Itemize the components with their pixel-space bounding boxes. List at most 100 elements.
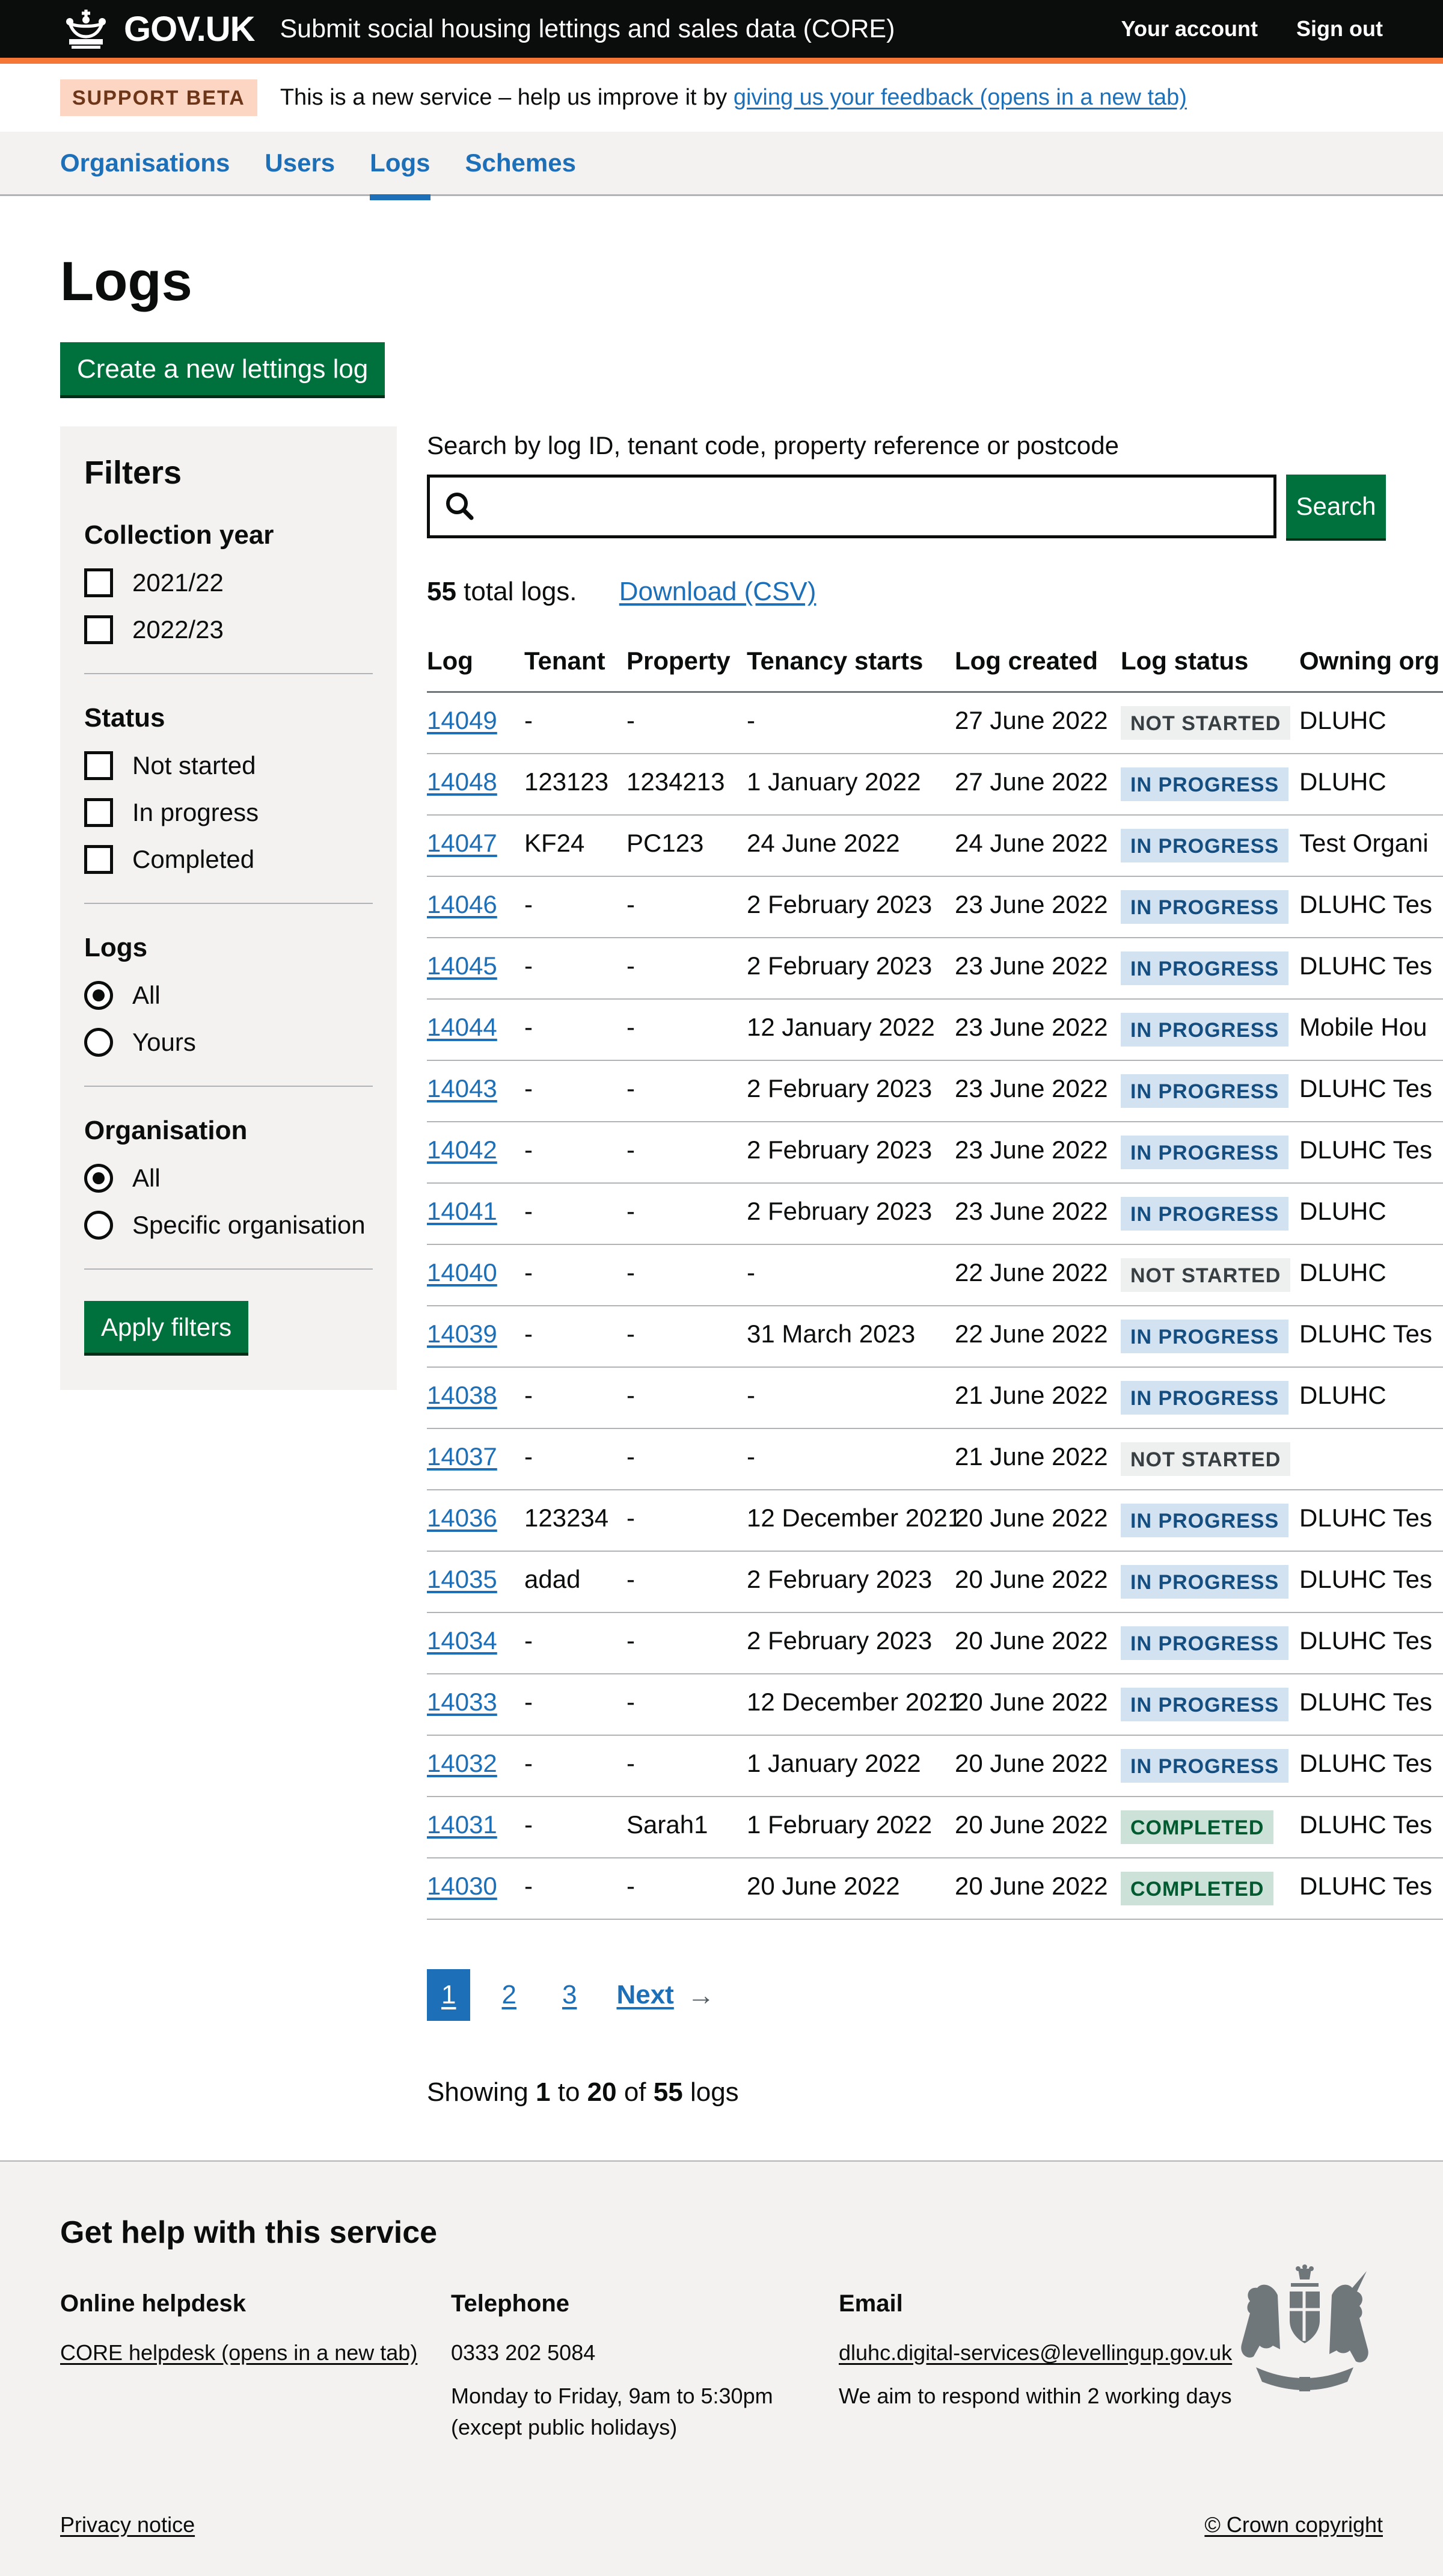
feedback-link[interactable]: giving us your feedback (opens in a new … [734,85,1187,110]
log-created-cell: 27 June 2022 [955,692,1121,754]
status-badge: NOT STARTED [1121,706,1290,740]
email-link[interactable]: dluhc.digital-services@levellingup.gov.u… [839,2340,1232,2365]
log-link[interactable]: 14036 [427,1504,497,1532]
column-header: Log status [1121,635,1299,692]
log-link[interactable]: 14030 [427,1872,497,1900]
nav-item-logs[interactable]: Logs [370,149,430,194]
download-csv-link[interactable]: Download (CSV) [619,577,816,606]
nav-item-schemes[interactable]: Schemes [465,149,576,194]
tenant-cell: - [524,1183,627,1244]
radio-all[interactable]: All [84,981,373,1010]
filter-group-label: Organisation [84,1116,373,1146]
log-link[interactable]: 14040 [427,1258,497,1286]
filter-group-logs: LogsAllYours [84,933,373,1057]
divider [84,1086,373,1087]
checkbox-control[interactable] [84,798,113,827]
property-cell: - [627,1612,747,1674]
checkbox-completed[interactable]: Completed [84,845,373,874]
log-created-cell: 20 June 2022 [955,1674,1121,1735]
log-created-cell: 22 June 2022 [955,1244,1121,1306]
tenant-cell: KF24 [524,815,627,876]
checkbox-not-started[interactable]: Not started [84,751,373,780]
govuk-logotype[interactable]: GOV.UK [124,9,254,49]
nav-item-organisations[interactable]: Organisations [60,149,230,194]
table-row: 14032--1 January 202220 June 2022IN PROG… [427,1735,1443,1797]
log-created-cell: 20 June 2022 [955,1551,1121,1612]
crown-copyright-link[interactable]: © Crown copyright [1204,2512,1383,2538]
page-1[interactable]: 1 [427,1969,470,2021]
footer-title: Get help with this service [60,2215,1383,2251]
radio-specific-organisation[interactable]: Specific organisation [84,1211,373,1240]
property-cell: - [627,1183,747,1244]
log-link[interactable]: 14034 [427,1626,497,1655]
results-summary: 55 total logs. Download (CSV) [427,577,1443,607]
status-badge: NOT STARTED [1121,1442,1290,1476]
radio-control[interactable] [84,1028,113,1057]
checkbox-2021-22[interactable]: 2021/22 [84,568,373,597]
property-cell: 1234213 [627,754,747,815]
total-logs-suffix: total logs. [456,577,577,606]
log-link[interactable]: 14041 [427,1197,497,1225]
log-cell: 14043 [427,1060,524,1122]
owning-organisation-cell: DLUHC [1299,1367,1443,1428]
service-name-link[interactable]: Submit social housing lettings and sales… [280,14,895,44]
tenancy-starts-cell: 1 February 2022 [747,1797,955,1858]
log-created-cell: 23 June 2022 [955,876,1121,938]
log-link[interactable]: 14037 [427,1442,497,1471]
sign-out-link[interactable]: Sign out [1296,16,1383,41]
log-link[interactable]: 14046 [427,890,497,918]
page-2[interactable]: 2 [487,1969,530,2021]
tenancy-starts-cell: 12 December 2021 [747,1674,955,1735]
checkbox-in-progress[interactable]: In progress [84,798,373,827]
log-link[interactable]: 14031 [427,1810,497,1839]
tenancy-starts-cell: 2 February 2023 [747,1183,955,1244]
log-link[interactable]: 14035 [427,1565,497,1593]
telephone-heading: Telephone [451,2290,839,2317]
radio-all[interactable]: All [84,1164,373,1193]
core-helpdesk-link[interactable]: CORE helpdesk (opens in a new tab) [60,2340,417,2365]
radio-control[interactable] [84,1211,113,1240]
owning-organisation-cell: DLUHC [1299,754,1443,815]
log-link[interactable]: 14043 [427,1074,497,1102]
search-button[interactable]: Search [1286,475,1386,538]
radio-yours[interactable]: Yours [84,1028,373,1057]
radio-control[interactable] [84,981,113,1010]
owning-organisation-cell: DLUHC Tes [1299,1306,1443,1367]
log-link[interactable]: 14049 [427,706,497,734]
log-link[interactable]: 14033 [427,1688,497,1716]
table-row: 14042--2 February 202323 June 2022IN PRO… [427,1122,1443,1183]
next-page-link[interactable]: Next [616,1980,673,2010]
owning-organisation-cell: DLUHC Tes [1299,1122,1443,1183]
filter-group-collection-year: Collection year2021/222022/23 [84,520,373,644]
checkbox-control[interactable] [84,845,113,874]
privacy-notice-link[interactable]: Privacy notice [60,2512,195,2538]
log-link[interactable]: 14048 [427,767,497,796]
owning-organisation-cell [1299,1428,1443,1490]
radio-control[interactable] [84,1164,113,1193]
nav-item-users[interactable]: Users [265,149,335,194]
log-link[interactable]: 14032 [427,1749,497,1777]
checkbox-control[interactable] [84,751,113,780]
log-link[interactable]: 14042 [427,1136,497,1164]
checkbox-control[interactable] [84,568,113,597]
filter-group-status: StatusNot startedIn progressCompleted [84,703,373,874]
status-badge: IN PROGRESS [1121,1565,1288,1599]
search-input[interactable] [427,475,1276,538]
log-link[interactable]: 14038 [427,1381,497,1409]
page-3[interactable]: 3 [548,1969,591,2021]
phase-banner: SUPPORT BETA This is a new service – hel… [0,64,1443,132]
log-link[interactable]: 14045 [427,951,497,980]
your-account-link[interactable]: Your account [1121,16,1258,41]
checkbox-2022-23[interactable]: 2022/23 [84,615,373,644]
royal-coat-of-arms [1230,2264,1380,2411]
pagination: 123Next→ [427,1969,1443,2021]
log-link[interactable]: 14039 [427,1320,497,1348]
log-status-cell: IN PROGRESS [1121,1060,1299,1122]
apply-filters-button[interactable]: Apply filters [84,1301,248,1353]
create-lettings-log-button[interactable]: Create a new lettings log [60,342,385,395]
log-link[interactable]: 14044 [427,1013,497,1041]
log-link[interactable]: 14047 [427,829,497,857]
checkbox-control[interactable] [84,615,113,644]
table-row: 14035adad-2 February 202320 June 2022IN … [427,1551,1443,1612]
tenancy-starts-cell: 1 January 2022 [747,754,955,815]
